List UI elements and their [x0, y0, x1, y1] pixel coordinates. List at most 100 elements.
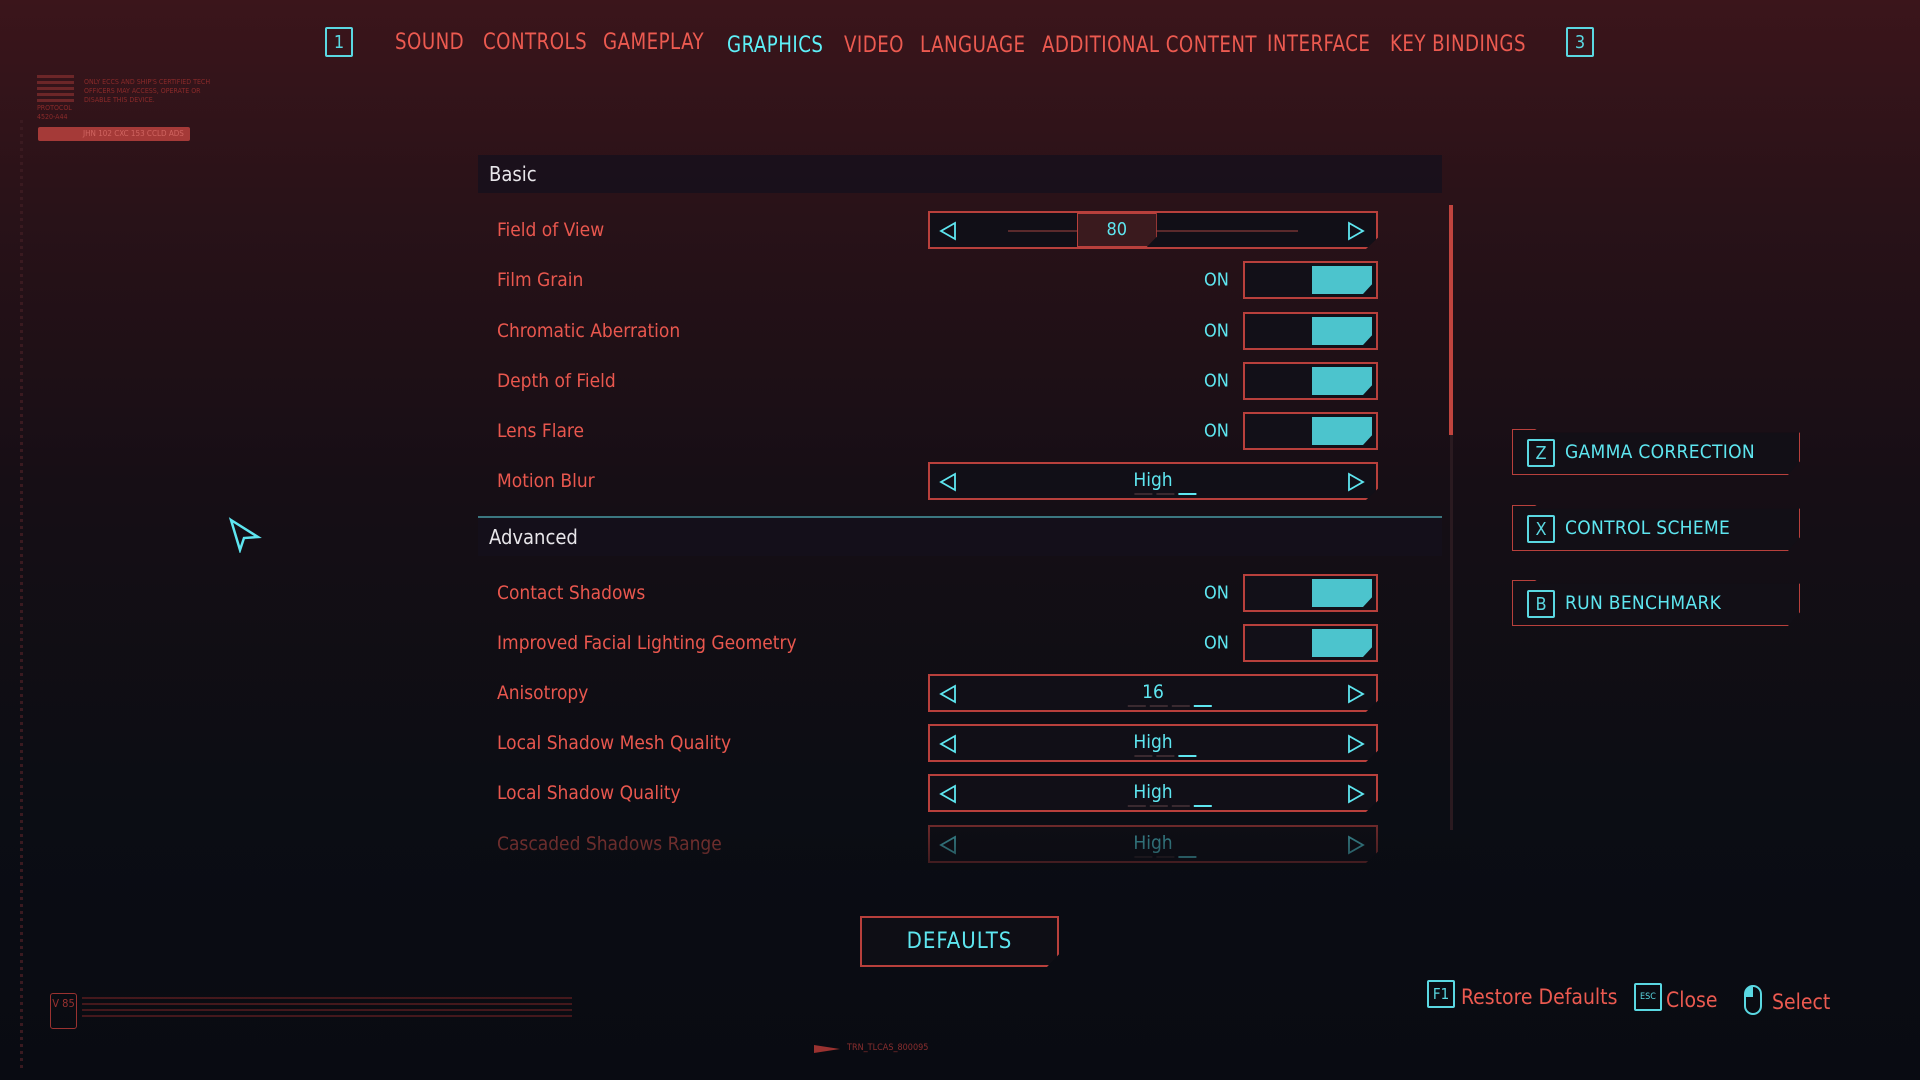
option-indicator [1194, 705, 1212, 707]
toggle-fill [1312, 266, 1372, 294]
toggle-contact-shadows[interactable] [1243, 574, 1378, 612]
key-b-icon: B [1527, 590, 1555, 618]
option-indicators [1128, 705, 1212, 707]
esc-key-icon: ESC [1634, 983, 1662, 1011]
setting-label-improved-facial-lighting-geometry: Improved Facial Lighting Geometry [497, 632, 797, 654]
option-indicator [1172, 705, 1190, 707]
defaults-button[interactable]: DEFAULTS [860, 916, 1059, 967]
option-indicator [1178, 755, 1196, 757]
stepper-local-shadow-mesh-quality[interactable]: High [928, 724, 1378, 762]
tab-gameplay[interactable]: GAMEPLAY [603, 30, 704, 55]
toggle-fill [1312, 367, 1372, 395]
slider-thumb[interactable]: 80 [1077, 213, 1157, 247]
select-hint[interactable]: Select [1772, 990, 1830, 1014]
button-label: CONTROL SCHEME [1565, 517, 1731, 539]
protocol-note: ONLY ECCS AND SHIP'S CERTIFIED TECH OFFI… [84, 78, 211, 104]
left-edge-ticks [20, 120, 23, 1070]
option-indicator [1178, 493, 1196, 495]
button-label: GAMMA CORRECTION [1565, 441, 1755, 463]
toggle-state-label: ON [1204, 582, 1229, 604]
mouse-icon [1744, 985, 1762, 1015]
setting-label-contact-shadows: Contact Shadows [497, 582, 646, 604]
increase-arrow-icon[interactable] [1346, 221, 1366, 241]
gamma-correction-button[interactable]: Z GAMMA CORRECTION [1512, 429, 1800, 475]
option-indicators [1128, 805, 1212, 807]
toggle-film-grain[interactable] [1243, 261, 1378, 299]
increase-arrow-icon[interactable] [1346, 472, 1366, 492]
setting-label-film-grain: Film Grain [497, 269, 584, 291]
stepper-value: High [1133, 731, 1173, 753]
setting-label-local-shadow-quality: Local Shadow Quality [497, 782, 681, 804]
version-badge: V 85 [50, 993, 77, 1029]
option-indicator [1150, 705, 1168, 707]
next-tab-key[interactable]: 3 [1566, 27, 1594, 57]
tab-additional-content[interactable]: ADDITIONAL CONTENT [1042, 33, 1257, 58]
option-indicator [1134, 755, 1152, 757]
toggle-fill [1312, 629, 1372, 657]
option-indicator [1150, 805, 1168, 807]
tab-sound[interactable]: SOUND [395, 30, 464, 55]
prev-tab-key[interactable]: 1 [325, 27, 353, 57]
button-label: RUN BENCHMARK [1565, 592, 1722, 614]
red-strip: JHN 102 CXC 153 CCLD ADS [38, 127, 190, 141]
key-x-icon: X [1527, 515, 1555, 543]
run-benchmark-button[interactable]: B RUN BENCHMARK [1512, 580, 1800, 626]
toggle-state-label: ON [1204, 269, 1229, 291]
tab-key-bindings[interactable]: KEY BINDINGS [1390, 32, 1526, 57]
toggle-fill [1312, 417, 1372, 445]
fade-overlay [470, 820, 1470, 870]
decrease-arrow-icon[interactable] [938, 221, 958, 241]
toggle-state-label: ON [1204, 420, 1229, 442]
section-header-advanced: Advanced [478, 518, 1442, 556]
toggle-fill [1312, 317, 1372, 345]
toggle-depth-of-field[interactable] [1243, 362, 1378, 400]
f1-key-icon: F1 [1427, 980, 1455, 1008]
option-indicator [1128, 705, 1146, 707]
increase-arrow-icon[interactable] [1346, 784, 1366, 804]
option-indicators [1134, 755, 1196, 757]
increase-arrow-icon[interactable] [1346, 684, 1366, 704]
toggle-lens-flare[interactable] [1243, 412, 1378, 450]
option-indicator [1128, 805, 1146, 807]
tab-language[interactable]: LANGUAGE [920, 33, 1026, 58]
code-tag: TRN_TLCAS_800095 [847, 1043, 929, 1053]
legal-text [82, 997, 572, 1017]
setting-label-anisotropy: Anisotropy [497, 682, 589, 704]
toggle-fill [1312, 579, 1372, 607]
tab-interface[interactable]: INTERFACE [1267, 32, 1370, 57]
stepper-motion-blur[interactable]: High [928, 462, 1378, 500]
toggle-state-label: ON [1204, 320, 1229, 342]
option-indicator [1156, 755, 1174, 757]
flag-icon [814, 1045, 840, 1053]
toggle-state-label: ON [1204, 632, 1229, 654]
toggle-improved-facial-lighting-geometry[interactable] [1243, 624, 1378, 662]
protocol-logo [37, 75, 74, 103]
stepper-local-shadow-quality[interactable]: High [928, 774, 1378, 812]
scrollbar-thumb[interactable] [1449, 205, 1453, 435]
setting-label-field-of-view: Field of View [497, 219, 605, 241]
option-indicator [1194, 805, 1212, 807]
option-indicator [1134, 493, 1152, 495]
option-indicator [1172, 805, 1190, 807]
tab-video[interactable]: VIDEO [844, 33, 904, 58]
stepper-anisotropy[interactable]: 16 [928, 674, 1378, 712]
tab-controls[interactable]: CONTROLS [483, 30, 587, 55]
control-scheme-button[interactable]: X CONTROL SCHEME [1512, 505, 1800, 551]
stepper-value: High [1133, 469, 1173, 491]
option-indicator [1156, 493, 1174, 495]
close-hint[interactable]: Close [1666, 988, 1717, 1012]
setting-label-chromatic-aberration: Chromatic Aberration [497, 320, 681, 342]
tab-graphics[interactable]: GRAPHICS [727, 33, 823, 58]
restore-defaults-hint[interactable]: Restore Defaults [1461, 985, 1617, 1009]
increase-arrow-icon[interactable] [1346, 734, 1366, 754]
toggle-chromatic-aberration[interactable] [1243, 312, 1378, 350]
stepper-value: High [1133, 781, 1173, 803]
toggle-state-label: ON [1204, 370, 1229, 392]
slider-field-of-view[interactable]: 80 [928, 211, 1378, 249]
setting-label-depth-of-field: Depth of Field [497, 370, 616, 392]
key-z-icon: Z [1527, 439, 1555, 467]
setting-label-lens-flare: Lens Flare [497, 420, 585, 442]
mouse-cursor-icon [228, 517, 262, 553]
protocol-label: PROTOCOL 4520-A44 [37, 104, 72, 121]
stepper-value: 16 [1142, 681, 1164, 703]
